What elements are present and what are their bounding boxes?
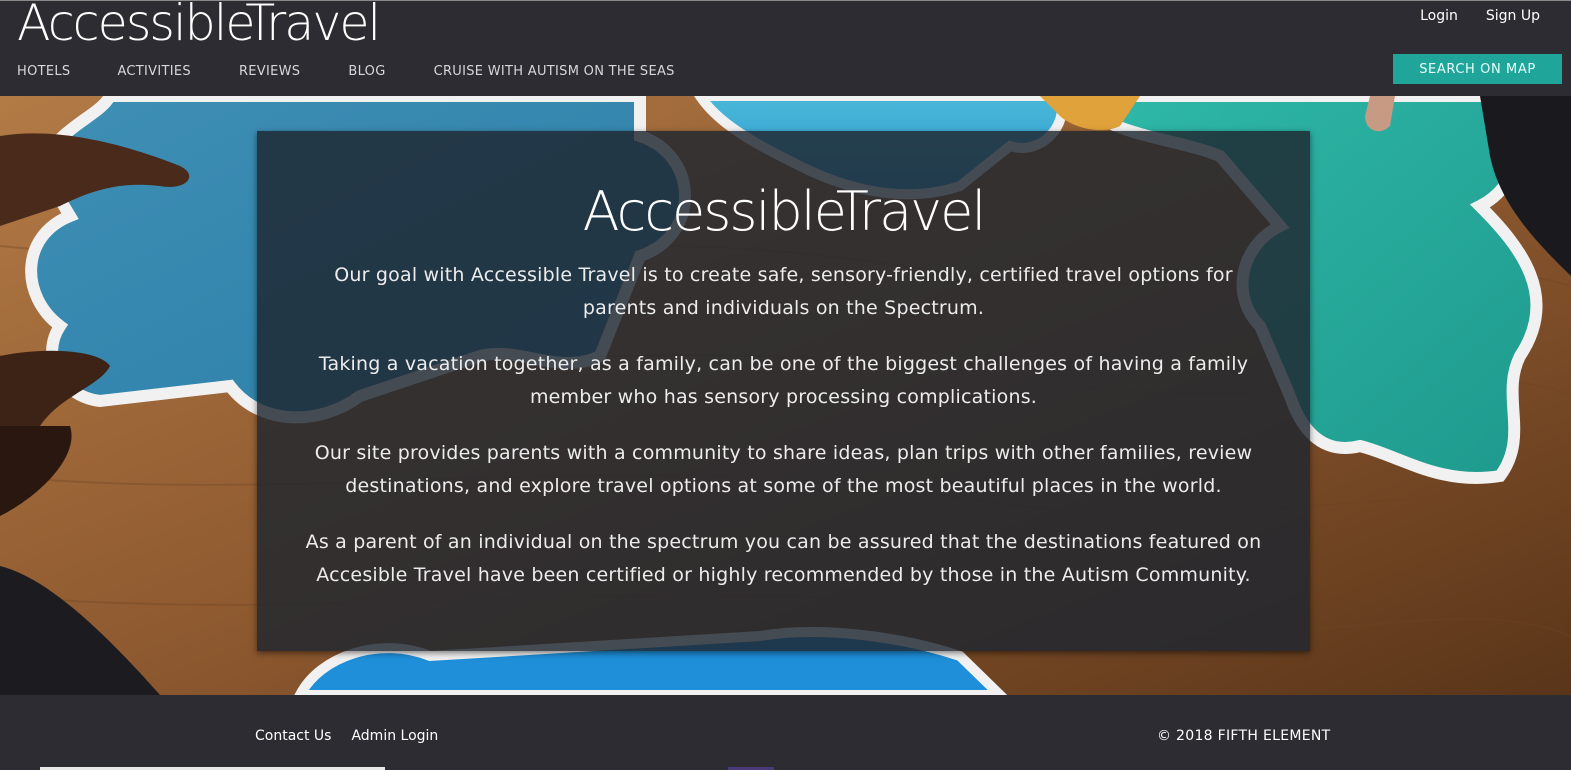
nav-item-blog[interactable]: BLOG bbox=[348, 64, 385, 80]
intro-paragraph-community: Our site provides parents with a communi… bbox=[314, 442, 1253, 497]
main-nav: HOTELS ACTIVITIES REVIEWS BLOG CRUISE WI… bbox=[17, 64, 675, 80]
login-link[interactable]: Login bbox=[1420, 7, 1458, 25]
nav-item-cruise[interactable]: CRUISE WITH AUTISM ON THE SEAS bbox=[434, 64, 675, 80]
brand-logo[interactable]: AccessibleTravel bbox=[17, 0, 381, 53]
copyright-text: © 2018 FIFTH ELEMENT bbox=[1157, 728, 1331, 744]
intro-paragraph-goal: Our goal with Accessible Travel is to cr… bbox=[334, 264, 1233, 319]
search-on-map-button[interactable]: SEARCH ON MAP bbox=[1393, 54, 1562, 84]
nav-item-activities[interactable]: ACTIVITIES bbox=[117, 64, 190, 80]
footer-links: Contact Us Admin Login bbox=[255, 727, 438, 745]
nav-item-hotels[interactable]: HOTELS bbox=[17, 64, 70, 80]
nav-item-reviews[interactable]: REVIEWS bbox=[239, 64, 300, 80]
intro-paragraph-assurance: As a parent of an individual on the spec… bbox=[305, 531, 1262, 586]
contact-us-link[interactable]: Contact Us bbox=[255, 727, 331, 745]
admin-login-link[interactable]: Admin Login bbox=[351, 727, 438, 745]
site-footer: Contact Us Admin Login © 2018 FIFTH ELEM… bbox=[0, 695, 1571, 770]
hero-background-image: AccessibleTravel Our goal with Accessibl… bbox=[0, 96, 1571, 695]
signup-link[interactable]: Sign Up bbox=[1486, 7, 1540, 25]
auth-links: Login Sign Up bbox=[1420, 7, 1540, 25]
site-header: AccessibleTravel Login Sign Up HOTELS AC… bbox=[0, 0, 1571, 96]
intro-paragraph-vacation: Taking a vacation together, as a family,… bbox=[318, 353, 1249, 408]
intro-card: AccessibleTravel Our goal with Accessibl… bbox=[257, 131, 1310, 651]
hero-title: AccessibleTravel bbox=[582, 180, 987, 243]
